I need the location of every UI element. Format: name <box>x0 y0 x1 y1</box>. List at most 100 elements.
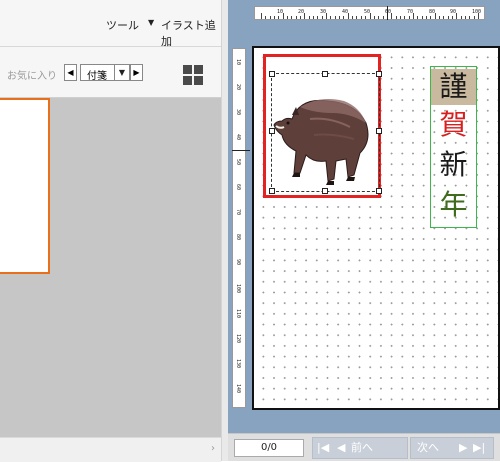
ruler-label: 20 <box>298 9 305 15</box>
grid-view-icon[interactable] <box>183 65 203 85</box>
ruler-tick <box>435 13 436 19</box>
ruler-tick <box>396 16 397 19</box>
ruler-tick <box>400 16 401 19</box>
favorites-prev-button[interactable]: ◀ <box>64 64 77 81</box>
ruler-label: 20 <box>235 84 241 91</box>
ruler-tick <box>361 16 362 19</box>
ruler-tick <box>469 16 470 19</box>
ruler-tick <box>326 13 327 19</box>
canvas-area: 10 20 30 40 50 60 70 80 90 100 10 20 30 40 50 60 70 80 90… <box>228 0 500 461</box>
selected-thumbnail[interactable] <box>0 98 50 274</box>
page-indicator: 0/0 <box>234 439 304 457</box>
ruler-label: 80 <box>235 234 241 241</box>
ruler-tick <box>261 13 262 19</box>
greeting-char-1: 謹 <box>431 69 476 105</box>
resize-handle[interactable] <box>376 71 382 77</box>
ruler-tick <box>370 13 371 19</box>
ruler-tick <box>409 16 410 19</box>
add-illustration-menu[interactable]: イラスト追加 <box>161 17 221 49</box>
ruler-label: 30 <box>235 109 241 116</box>
ruler-label: 50 <box>364 9 371 15</box>
ruler-tick <box>383 16 384 19</box>
ruler-label: 100 <box>472 9 482 15</box>
ruler-label: 10 <box>235 59 241 66</box>
ruler-tick <box>348 13 349 19</box>
ruler-tick <box>413 13 414 19</box>
ruler-label: 30 <box>320 9 327 15</box>
ruler-label: 70 <box>407 9 414 15</box>
ruler-tick <box>274 16 275 19</box>
ruler-tick <box>404 16 405 19</box>
ruler-label: 40 <box>235 134 241 141</box>
prev-page-icon[interactable]: ◀ <box>337 438 345 458</box>
panel-splitter[interactable] <box>221 0 228 461</box>
ruler-tick <box>456 13 457 19</box>
ruler-tick <box>461 16 462 19</box>
ruler-tick <box>422 16 423 19</box>
favorites-category-value: 付箋 <box>87 71 107 82</box>
ruler-tick <box>317 16 318 19</box>
dropdown-arrow-icon[interactable]: ▼ <box>114 65 129 80</box>
ruler-label: 70 <box>235 209 241 216</box>
ruler-tick <box>378 16 379 19</box>
prev-page-group: |◀ ◀ 前へ <box>312 437 408 459</box>
postcard-page[interactable]: 謹 賀 新 年 <box>252 46 500 410</box>
favorites-bar: お気に入り ◀ 付箋 ▼ ▶ <box>0 47 221 98</box>
page-navigation-bar: 0/0 |◀ ◀ 前へ 次へ ▶ ▶| <box>228 433 500 461</box>
ruler-tick <box>339 16 340 19</box>
ruler-tick <box>300 16 301 19</box>
ruler-tick <box>352 16 353 19</box>
wild-boar-illustration[interactable] <box>270 79 374 197</box>
left-panel: ツール ▼ イラスト追加 お気に入り ◀ 付箋 ▼ ▶ › <box>0 0 221 462</box>
ruler-label: 90 <box>450 9 457 15</box>
prev-page-button[interactable]: 前へ <box>351 438 373 458</box>
ruler-position-marker <box>232 150 250 151</box>
favorites-label: お気に入り <box>7 71 57 82</box>
resize-handle[interactable] <box>376 188 382 194</box>
ruler-tick <box>309 16 310 19</box>
resize-handle[interactable] <box>322 71 328 77</box>
photo-frame[interactable] <box>263 54 382 198</box>
ruler-tick <box>322 16 323 19</box>
left-scrollbar[interactable]: › <box>0 437 221 462</box>
favorites-next-button[interactable]: ▶ <box>130 64 143 81</box>
ruler-tick <box>304 13 305 19</box>
ruler-tick <box>448 16 449 19</box>
next-page-icon[interactable]: ▶ <box>459 438 467 458</box>
ruler-label: 130 <box>235 359 241 369</box>
resize-handle[interactable] <box>376 128 382 134</box>
tool-menu[interactable]: ツール <box>106 17 139 33</box>
ruler-tick <box>465 16 466 19</box>
ruler-tick <box>417 16 418 19</box>
dropdown-arrow-icon[interactable]: ▼ <box>148 18 154 27</box>
ruler-tick <box>439 16 440 19</box>
top-menu-bar: ツール ▼ イラスト追加 <box>0 0 221 49</box>
ruler-tick <box>374 16 375 19</box>
vertical-ruler: 10 20 30 40 50 60 70 80 90 100 110 120 130 140 <box>232 48 246 408</box>
chevron-right-icon[interactable]: › <box>211 443 215 454</box>
ruler-position-marker <box>387 6 388 20</box>
first-page-icon[interactable]: |◀ <box>317 438 329 458</box>
ruler-tick <box>426 16 427 19</box>
ruler-tick <box>291 16 292 19</box>
ruler-tick <box>278 16 279 19</box>
ruler-tick <box>343 16 344 19</box>
greeting-text-box[interactable]: 謹 賀 新 年 <box>430 66 477 228</box>
ruler-tick <box>265 16 266 19</box>
ruler-tick <box>452 16 453 19</box>
favorites-category-select[interactable]: 付箋 ▼ <box>80 64 130 82</box>
greeting-char-2: 賀 <box>439 108 468 141</box>
ruler-label: 60 <box>235 184 241 191</box>
horizontal-ruler: 10 20 30 40 50 60 70 80 90 100 <box>254 6 485 20</box>
ruler-tick <box>330 16 331 19</box>
greeting-char-3: 新 <box>439 148 468 181</box>
triangle-left-icon: ◀ <box>67 68 74 77</box>
next-page-button[interactable]: 次へ <box>417 438 439 458</box>
last-page-icon[interactable]: ▶| <box>473 438 485 458</box>
triangle-right-icon: ▶ <box>133 68 140 77</box>
resize-handle[interactable] <box>269 71 275 77</box>
greeting-char-4: 年 <box>439 188 468 221</box>
ruler-tick <box>287 16 288 19</box>
ruler-label: 90 <box>235 259 241 266</box>
ruler-tick <box>430 16 431 19</box>
